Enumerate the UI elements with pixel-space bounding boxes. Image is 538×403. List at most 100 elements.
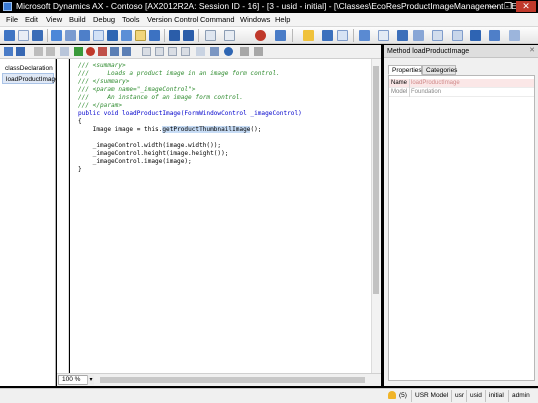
save-icon[interactable] [32,30,43,41]
version-control-icon[interactable] [489,30,500,41]
import-icon[interactable] [79,30,90,41]
notification-count[interactable]: (5) [396,390,410,402]
menu-help[interactable]: Help [275,13,290,27]
lock-icon[interactable] [149,30,160,41]
alert-icon[interactable] [303,30,314,41]
maximize-button[interactable]: ❐ [501,1,515,12]
menu-view[interactable]: View [46,13,62,27]
cross-reference-icon[interactable] [397,30,408,41]
menu-tools[interactable]: Tools [122,13,140,27]
model-icon[interactable] [413,30,424,41]
status-layer: usr [451,390,467,402]
menu-build[interactable]: Build [69,13,86,27]
horizontal-scroll-thumb[interactable] [100,377,365,383]
new-method-icon[interactable] [4,47,13,56]
new-icon[interactable] [4,30,15,41]
redo-icon[interactable] [46,47,55,56]
compile-icon[interactable] [60,47,69,56]
code-line: { [78,118,82,125]
code-line: _imageControl.height(image.height()); [78,150,229,157]
compare-icon[interactable] [135,30,146,41]
properties-icon[interactable] [240,47,249,56]
breakpoint-icon[interactable] [86,47,95,56]
close-button[interactable]: ✕ [516,1,536,12]
code-editor[interactable]: /// <summary> /// Loads a product image … [70,59,371,373]
options-icon[interactable] [254,47,263,56]
debug-icon[interactable] [275,30,286,41]
toolbar-separator [164,29,165,42]
tab-properties[interactable]: Properties [388,65,422,75]
help-icon[interactable] [224,47,233,56]
property-model-value: Foundation [411,89,442,95]
property-grid [388,75,535,381]
table-icon[interactable] [205,30,216,41]
export-icon[interactable] [452,30,463,41]
layers-icon[interactable] [322,30,333,41]
chevron-down-icon[interactable]: ▾ [87,375,94,385]
print-icon[interactable] [432,30,443,41]
save-icon[interactable] [16,47,25,56]
dynamics-ax-icon [3,2,12,11]
menu-file[interactable]: File [6,13,18,27]
notification-bell-icon[interactable] [388,391,396,399]
vertical-scroll-thumb[interactable] [373,66,379,294]
scripts-icon[interactable] [196,47,205,56]
property-row-model[interactable]: Model Foundation [389,88,534,97]
find-icon[interactable] [121,30,132,41]
compile-icon[interactable] [51,30,62,41]
property-row-name[interactable]: Name loadProductImage [389,79,534,88]
method-signature-line: public void loadProductImage(FormWindowC… [78,110,302,117]
list-members-icon[interactable] [122,47,131,56]
code-fragment: (); [250,126,262,133]
document-icon[interactable] [337,30,348,41]
code-line: } [78,166,82,173]
code-line: _imageControl.width(image.width()); [78,142,222,149]
binoculars-icon[interactable] [169,30,180,41]
monitor-icon[interactable] [470,30,481,41]
menu-windows[interactable]: Windows [240,13,270,27]
stop-icon[interactable] [255,30,266,41]
status-company: usid [466,390,485,402]
find-icon[interactable] [210,47,219,56]
form-icon[interactable] [224,30,235,41]
property-name-value[interactable]: loadProductImage [411,79,460,88]
help-icon[interactable] [509,30,520,41]
tab-categories[interactable]: Categories [422,65,457,75]
toolbar-separator [47,29,48,42]
property-grid-divider [409,79,410,97]
menu-command[interactable]: Command [200,13,235,27]
selected-method-call: getProductThumbnailImage [162,126,251,133]
comment-icon[interactable] [142,47,151,56]
code-line: Image image = this.getProductThumbnailIm… [78,126,261,134]
menu-debug[interactable]: Debug [93,13,115,27]
open-icon[interactable] [18,30,29,41]
menu-bar: File Edit View Build Debug Tools Version… [0,13,538,27]
undo-icon[interactable] [34,47,43,56]
code-line: /// <summary> [78,62,126,69]
code-line: /// Loads a product image in an image fo… [78,70,280,77]
report-icon[interactable] [378,30,389,41]
method-list: classDeclaration loadProductImage [0,59,59,386]
minimize-button[interactable]: — [486,1,500,12]
menu-edit[interactable]: Edit [25,13,38,27]
code-fragment: Image image = this. [78,126,163,133]
go-icon[interactable] [74,47,83,56]
properties-icon[interactable] [93,30,104,41]
binoculars-next-icon[interactable] [183,30,194,41]
code-line: /// <param name="_imageControl"> [78,86,196,93]
method-item-loadproductimage[interactable]: loadProductImage [2,73,59,84]
toggle-breakpoint-icon[interactable] [98,47,107,56]
uncomment-icon[interactable] [155,47,164,56]
lookup-icon[interactable] [110,47,119,56]
close-icon[interactable]: ✕ [528,47,536,55]
status-configuration: initial [485,390,507,402]
indent-icon[interactable] [168,47,177,56]
title-bar: Microsoft Dynamics AX - Contoso [AX2012R… [0,0,538,13]
code-line: _imageControl.image(image); [78,158,192,165]
menu-version-control[interactable]: Version Control [147,13,198,27]
outdent-icon[interactable] [181,47,190,56]
tools-icon[interactable] [359,30,370,41]
aot-icon[interactable] [107,30,118,41]
code-line: /// An instance of an image form control… [78,94,244,101]
run-icon[interactable] [65,30,76,41]
